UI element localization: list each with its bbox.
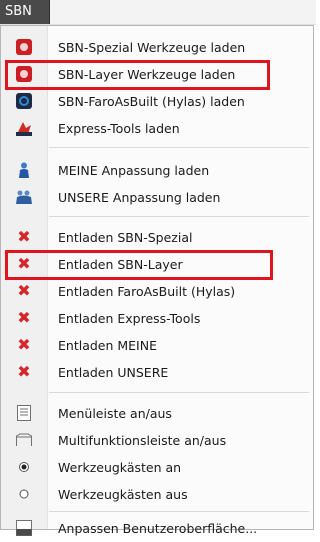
menu-item-faro-asbuilt-laden[interactable]: SBN-FaroAsBuilt (Hylas) laden xyxy=(1,88,313,115)
separator xyxy=(49,511,309,512)
menu-item-label: Entladen SBN-Spezial xyxy=(58,230,193,245)
menu-item-unsere-anpassung-laden[interactable]: UNSERE Anpassung laden xyxy=(1,184,313,211)
menu-item-werkzeugkaesten-aus[interactable]: Werkzeugkästen aus xyxy=(1,481,313,508)
menu-item-label: SBN-Spezial Werkzeuge laden xyxy=(58,40,246,55)
red-x-icon: ✖ xyxy=(17,308,31,327)
ribbon-icon xyxy=(15,431,33,449)
menu-item-label: Entladen MEINE xyxy=(58,338,157,353)
faro-asbuilt-icon xyxy=(15,92,33,110)
menu-item-menueleiste-toggle[interactable]: Menüleiste an/aus xyxy=(1,400,313,427)
menu-item-label: Entladen UNSERE xyxy=(58,365,169,380)
menu-item-entladen-faro-asbuilt[interactable]: ✖ Entladen FaroAsBuilt (Hylas) xyxy=(1,278,313,305)
radio-empty-icon xyxy=(15,485,33,503)
menu-item-entladen-meine[interactable]: ✖ Entladen MEINE xyxy=(1,332,313,359)
menu-item-label: Werkzeugkästen an xyxy=(58,460,182,475)
menu-item-label: MEINE Anpassung laden xyxy=(58,163,210,178)
menu-item-meine-anpassung-laden[interactable]: MEINE Anpassung laden xyxy=(1,157,313,184)
red-x-icon: ✖ xyxy=(17,227,31,246)
menu-bar: SBN xyxy=(0,0,316,25)
menu-item-express-tools-laden[interactable]: Express-Tools laden xyxy=(1,115,313,142)
menu-item-label: Anpassen Benutzeroberfläche... xyxy=(58,521,258,536)
menu-item-werkzeugkaesten-an[interactable]: Werkzeugkästen an xyxy=(1,454,313,481)
menu-item-label: Entladen FaroAsBuilt (Hylas) xyxy=(58,284,236,299)
separator xyxy=(49,392,309,393)
menu-item-label: Express-Tools laden xyxy=(58,121,180,136)
highlight-sbn-layer-laden xyxy=(5,60,270,90)
separator xyxy=(49,147,309,148)
menu-item-label: UNSERE Anpassung laden xyxy=(58,190,221,205)
sbn-dropdown-menu: SBN-Spezial Werkzeuge laden SBN-Layer We… xyxy=(0,25,314,536)
radio-selected-icon xyxy=(15,458,33,476)
menu-item-multifunktionsleiste-toggle[interactable]: Multifunktionsleiste an/aus xyxy=(1,427,313,454)
menubar-icon xyxy=(15,404,33,422)
menu-item-label: Entladen Express-Tools xyxy=(58,311,201,326)
menu-item-sbn-spezial-laden[interactable]: SBN-Spezial Werkzeuge laden xyxy=(1,34,313,61)
menu-item-entladen-unsere[interactable]: ✖ Entladen UNSERE xyxy=(1,359,313,386)
red-x-icon: ✖ xyxy=(17,362,31,381)
highlight-entladen-sbn-layer xyxy=(5,250,273,280)
menu-item-anpassen-benutzeroberflaeche[interactable]: Anpassen Benutzeroberfläche... xyxy=(1,515,313,542)
express-tools-icon xyxy=(15,119,33,137)
menu-item-entladen-sbn-spezial[interactable]: ✖ Entladen SBN-Spezial xyxy=(1,224,313,251)
menu-item-label: Multifunktionsleiste an/aus xyxy=(58,433,227,448)
red-x-icon: ✖ xyxy=(17,281,31,300)
separator xyxy=(49,216,309,217)
sbn-menu-title[interactable]: SBN xyxy=(0,0,50,24)
menu-item-label: Menüleiste an/aus xyxy=(58,406,172,421)
sbn-spezial-icon xyxy=(15,38,33,56)
red-x-icon: ✖ xyxy=(17,335,31,354)
single-user-icon xyxy=(15,161,33,179)
menu-item-label: Werkzeugkästen aus xyxy=(58,487,188,502)
menu-item-label: SBN-FaroAsBuilt (Hylas) laden xyxy=(58,94,245,109)
cui-icon xyxy=(15,519,33,537)
user-group-icon xyxy=(15,188,33,206)
menu-item-entladen-express-tools[interactable]: ✖ Entladen Express-Tools xyxy=(1,305,313,332)
